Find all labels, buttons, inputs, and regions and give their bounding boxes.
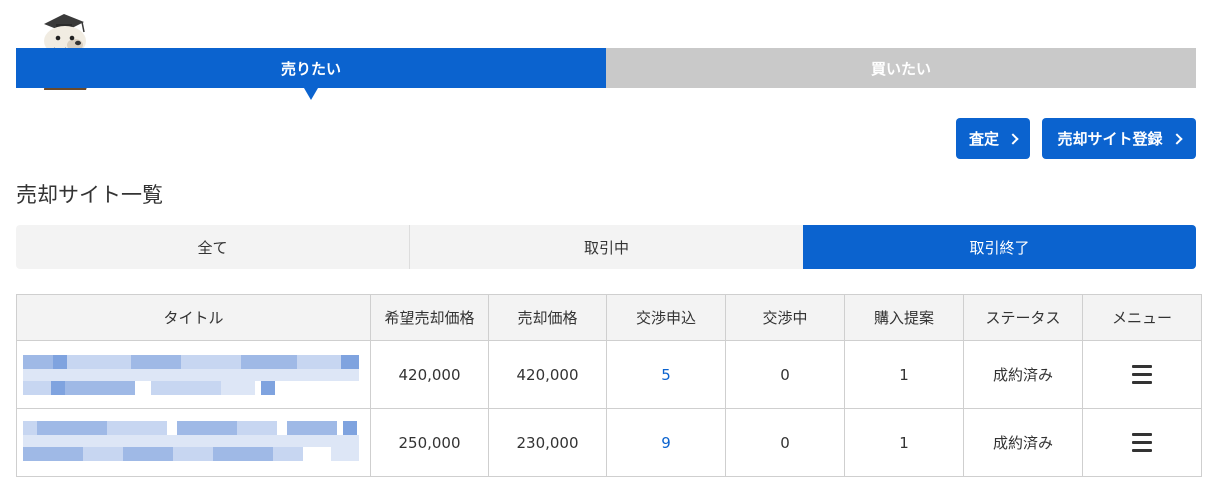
register-sale-site-button[interactable]: 売却サイト登録 [1042,118,1196,159]
table-row: 250,000 230,000 9 0 1 成約済み [16,408,1202,477]
tab-buy[interactable]: 買いたい [606,48,1196,88]
redacted-title [21,351,366,399]
row-negotiation-requests[interactable]: 5 [606,340,726,409]
chevron-right-icon [1170,133,1183,145]
table-header-row: タイトル 希望売却価格 売却価格 交渉申込 交渉中 購入提案 ステータス メニュ… [16,294,1202,341]
filter-tab-in-progress-label: 取引中 [583,238,629,257]
row-menu-cell [1082,408,1202,477]
filter-tab-completed[interactable]: 取引終了 [803,225,1196,269]
row-status: 成約済み [963,408,1083,477]
filter-tabs: 全て 取引中 取引終了 [16,225,1196,269]
assess-button[interactable]: 査定 [956,118,1030,159]
mode-tabs: 売りたい 買いたい [16,48,1196,100]
filter-tab-completed-label: 取引終了 [969,238,1030,257]
redacted-title [21,419,366,467]
header-negotiation-requests: 交渉申込 [606,294,726,341]
row-negotiating: 0 [725,408,845,477]
tab-sell-label: 売りたい [280,59,341,78]
register-button-label: 売却サイト登録 [1057,130,1163,148]
header-negotiating: 交渉中 [725,294,845,341]
row-purchase-offers: 1 [844,408,964,477]
header-status: ステータス [963,294,1083,341]
negotiation-requests-link[interactable]: 9 [661,434,671,452]
header-purchase-offers: 購入提案 [844,294,964,341]
row-title-cell[interactable] [16,408,371,477]
row-status: 成約済み [963,340,1083,409]
sale-sites-table: タイトル 希望売却価格 売却価格 交渉申込 交渉中 購入提案 ステータス メニュ… [16,294,1202,477]
hamburger-menu-icon[interactable] [1132,433,1152,452]
header-menu: メニュー [1082,294,1202,341]
active-tab-pointer [304,88,318,100]
row-menu-cell [1082,340,1202,409]
assess-button-label: 査定 [968,130,999,148]
row-desired-price: 420,000 [370,340,489,409]
negotiation-requests-link[interactable]: 5 [661,366,671,384]
header-desired-price: 希望売却価格 [370,294,489,341]
filter-tab-in-progress[interactable]: 取引中 [409,225,803,269]
filter-tab-all[interactable]: 全て [16,225,409,269]
row-sale-price: 420,000 [488,340,607,409]
table-row: 420,000 420,000 5 0 1 成約済み [16,340,1202,409]
row-negotiation-requests[interactable]: 9 [606,408,726,477]
hamburger-menu-icon[interactable] [1132,365,1152,384]
header-sale-price: 売却価格 [488,294,607,341]
row-desired-price: 250,000 [370,408,489,477]
row-purchase-offers: 1 [844,340,964,409]
chevron-right-icon [1007,133,1019,145]
filter-tab-all-label: 全て [197,238,228,257]
row-title-cell[interactable] [16,340,371,409]
row-sale-price: 230,000 [488,408,607,477]
tab-sell[interactable]: 売りたい [16,48,606,100]
header-title: タイトル [16,294,371,341]
row-negotiating: 0 [725,340,845,409]
tab-buy-label: 買いたい [870,59,931,78]
page-title: 売却サイト一覧 [16,183,163,207]
